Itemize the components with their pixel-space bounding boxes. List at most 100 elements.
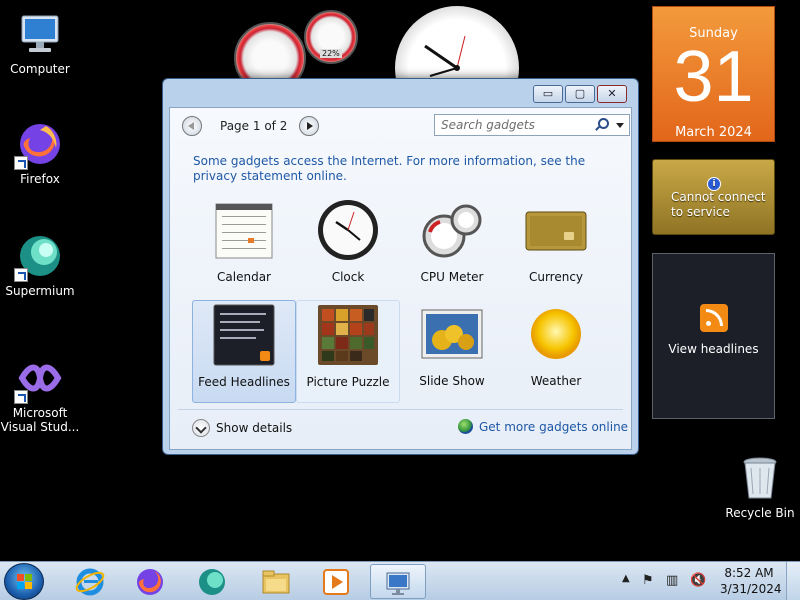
- supermium-icon: [199, 569, 225, 595]
- taskbar: ▲ ⚑ ▥ 🔇 8:52 AM 3/31/2024: [0, 561, 800, 600]
- gadget-tile-clock[interactable]: Clock: [296, 196, 400, 299]
- currency-error-message: Cannot connect to service: [671, 190, 766, 219]
- gadget-label: Clock: [331, 270, 365, 284]
- calendar-month-year: March 2024: [675, 125, 752, 140]
- clock-thumb-icon: [316, 198, 380, 262]
- pager: Page 1 of 2: [182, 114, 320, 138]
- minimize-button[interactable]: ▭: [533, 85, 563, 103]
- desktop-icon-recycle-bin[interactable]: Recycle Bin: [720, 454, 800, 520]
- network-icon[interactable]: ▥: [666, 573, 678, 588]
- clock-date: 3/31/2024: [720, 582, 782, 596]
- firefox-icon: [14, 120, 64, 170]
- gadget-label: Slide Show: [419, 374, 485, 388]
- search-gadgets-input[interactable]: Search gadgets: [434, 114, 630, 136]
- maximize-button[interactable]: ▢: [565, 85, 595, 103]
- system-tray: ▲ ⚑ ▥ 🔇: [618, 562, 718, 600]
- gadget-label: CPU Meter: [420, 270, 484, 284]
- gallery-panel: Page 1 of 2 Search gadgets Some gadgets …: [169, 107, 632, 450]
- show-details-toggle[interactable]: Show details: [192, 419, 292, 437]
- desktop-icon-computer[interactable]: Computer: [0, 10, 80, 76]
- info-icon: i: [707, 177, 721, 191]
- calendar-date: 31: [673, 37, 754, 117]
- search-placeholder: Search gadgets: [441, 118, 535, 132]
- media-player-icon: [323, 569, 349, 595]
- weather-thumb-icon: [524, 302, 588, 366]
- search-dropdown-icon[interactable]: [616, 123, 624, 128]
- desktop-icon-firefox[interactable]: Firefox: [0, 120, 80, 186]
- gadget-gallery-window: ▭ ▢ ✕ Page 1 of 2 Search gadgets Some ga…: [162, 78, 639, 455]
- internet-explorer-icon: [75, 568, 105, 596]
- desktop-icon-label: Supermium: [5, 284, 75, 298]
- next-page-button[interactable]: [299, 116, 320, 136]
- gadget-tile-currency[interactable]: Currency: [504, 196, 608, 299]
- gadget-tile-feed-headlines[interactable]: Feed Headlines: [192, 300, 296, 403]
- shortcut-arrow-icon: [14, 390, 28, 404]
- cpu-meter-gadget[interactable]: 22%: [232, 10, 358, 94]
- search-icon[interactable]: [598, 118, 609, 129]
- action-center-flag-icon[interactable]: ⚑: [642, 573, 654, 588]
- computer-icon: [16, 10, 64, 58]
- view-headlines-link[interactable]: View headlines: [653, 342, 774, 356]
- feed-headlines-gadget[interactable]: View headlines: [652, 253, 775, 419]
- chevron-down-icon: [192, 419, 210, 437]
- folder-icon: [262, 570, 290, 594]
- previous-page-button[interactable]: [182, 116, 202, 136]
- start-button[interactable]: [4, 563, 44, 600]
- minimize-icon: ▭: [542, 87, 554, 100]
- cpu-percent: 22%: [320, 49, 342, 58]
- page-indicator: Page 1 of 2: [220, 119, 288, 133]
- calendar-gadget[interactable]: Sunday 31 March 2024: [652, 6, 775, 142]
- feed-headlines-thumb-icon: [212, 303, 276, 367]
- divider: [178, 409, 623, 410]
- get-more-label: Get more gadgets online: [479, 419, 629, 434]
- calendar-thumb-icon: [212, 198, 276, 262]
- gadget-tile-slide-show[interactable]: Slide Show: [400, 300, 504, 403]
- get-more-gadgets-link[interactable]: Get more gadgets online: [458, 419, 628, 434]
- taskbar-supermium[interactable]: [184, 564, 240, 599]
- close-icon: ✕: [607, 87, 617, 100]
- show-hidden-icon[interactable]: ▲: [622, 573, 630, 584]
- desktop-icon-visual-studio[interactable]: Microsoft Visual Stud...: [0, 354, 80, 434]
- gadget-tile-picture-puzzle[interactable]: Picture Puzzle: [296, 300, 400, 403]
- taskbar-clock[interactable]: 8:52 AM 3/31/2024: [720, 565, 782, 597]
- taskbar-firefox[interactable]: [122, 564, 178, 599]
- shortcut-arrow-icon: [14, 268, 28, 282]
- currency-gadget[interactable]: i Cannot connect to service: [652, 159, 775, 235]
- desktop-icon-label: Recycle Bin: [725, 506, 795, 520]
- firefox-icon: [137, 569, 163, 595]
- gadget-tile-calendar[interactable]: Calendar: [192, 196, 296, 299]
- clock-time: 8:52 AM: [724, 566, 774, 580]
- recycle-bin-icon: [736, 454, 784, 502]
- taskbar-file-explorer[interactable]: [248, 564, 304, 599]
- gadget-label: Feed Headlines: [198, 375, 290, 389]
- gadget-label: Calendar: [217, 270, 271, 284]
- gadget-tile-cpu-meter[interactable]: CPU Meter: [400, 196, 504, 299]
- globe-icon: [458, 419, 473, 434]
- gadget-label: Weather: [530, 374, 582, 388]
- picture-puzzle-thumb-icon: [316, 303, 380, 367]
- desktop-icon-supermium[interactable]: Supermium: [0, 232, 80, 298]
- supermium-icon: [14, 232, 64, 282]
- currency-thumb-icon: [524, 198, 588, 262]
- taskbar-internet-explorer[interactable]: [62, 564, 118, 599]
- slide-show-thumb-icon: [420, 302, 484, 366]
- show-desktop-button[interactable]: [786, 562, 800, 600]
- desktop-icon-label: Computer: [10, 62, 70, 76]
- windows-logo-icon: [17, 574, 33, 590]
- gadget-label: Currency: [528, 270, 584, 284]
- gadgets-icon: [386, 572, 410, 595]
- show-details-label: Show details: [216, 421, 293, 435]
- internet-notice-link[interactable]: Some gadgets access the Internet. For mo…: [193, 154, 593, 184]
- window-titlebar[interactable]: ▭ ▢ ✕: [163, 79, 638, 107]
- desktop-icon-label: Firefox: [20, 172, 60, 186]
- rss-icon: [699, 304, 728, 332]
- desktop-icon-label: Microsoft Visual Stud...: [0, 406, 80, 434]
- gadget-tile-weather[interactable]: Weather: [504, 300, 608, 403]
- volume-muted-icon[interactable]: 🔇: [690, 573, 706, 588]
- cpu-meter-thumb-icon: [420, 198, 484, 262]
- close-button[interactable]: ✕: [597, 85, 627, 103]
- shortcut-arrow-icon: [14, 156, 28, 170]
- maximize-icon: ▢: [574, 87, 586, 100]
- taskbar-desktop-gadgets[interactable]: [370, 564, 426, 599]
- taskbar-media-player[interactable]: [308, 564, 364, 599]
